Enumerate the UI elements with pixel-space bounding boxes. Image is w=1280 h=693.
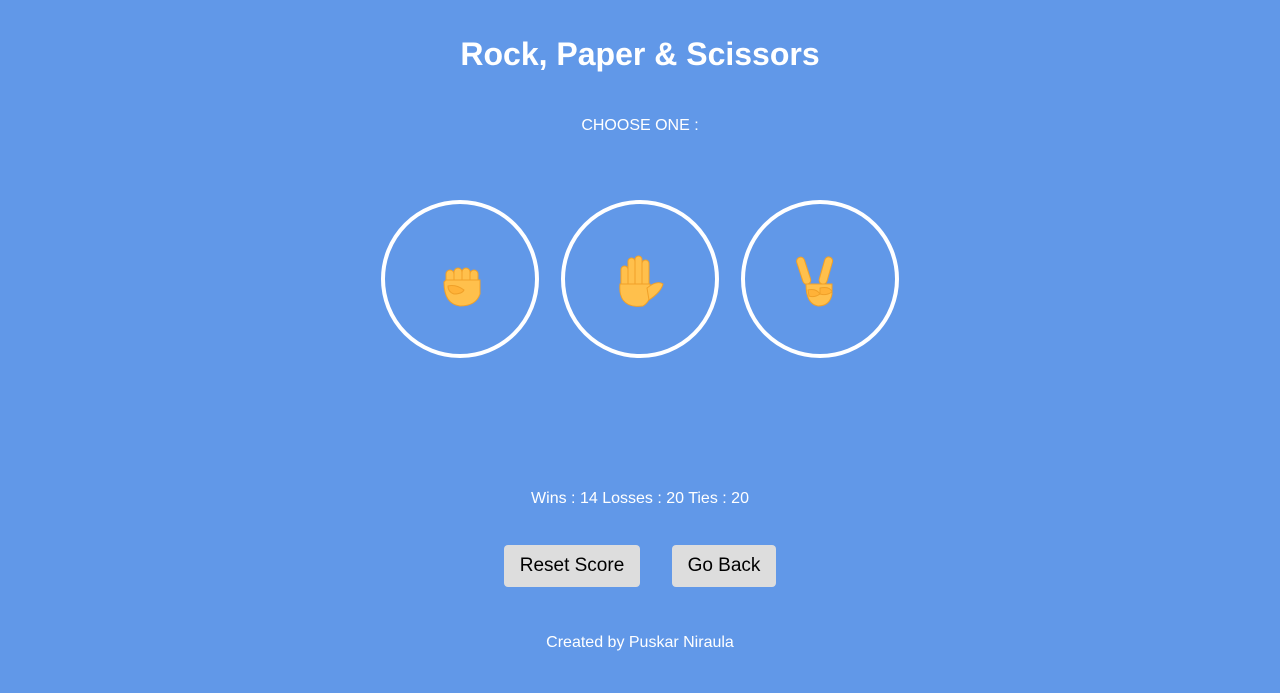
footer-credit: Created by Puskar Niraula	[546, 634, 734, 651]
reset-score-button[interactable]: Reset Score	[504, 545, 640, 587]
game-page: Rock, Paper & Scissors CHOOSE ONE : Wins…	[0, 0, 1280, 693]
go-back-button[interactable]: Go Back	[672, 545, 776, 587]
choose-prompt: CHOOSE ONE :	[581, 117, 699, 134]
paper-choice-button[interactable]	[561, 200, 719, 358]
raised-fist-icon	[443, 267, 481, 307]
losses-label: Losses :	[602, 490, 662, 507]
rock-choice-button[interactable]	[381, 200, 539, 358]
ties-count: 20	[731, 490, 749, 507]
wins-label: Wins :	[531, 490, 576, 507]
choice-group	[381, 200, 901, 360]
raised-hand-icon	[619, 255, 664, 307]
page-title: Rock, Paper & Scissors	[460, 36, 820, 72]
losses-count: 20	[666, 490, 685, 507]
ties-label: Ties :	[688, 490, 727, 507]
wins-count: 14	[579, 490, 598, 507]
score-board: Wins : 14 Losses : 20 Ties : 20	[0, 490, 1280, 508]
scissors-choice-button[interactable]	[741, 200, 899, 358]
victory-hand-icon	[796, 256, 834, 307]
